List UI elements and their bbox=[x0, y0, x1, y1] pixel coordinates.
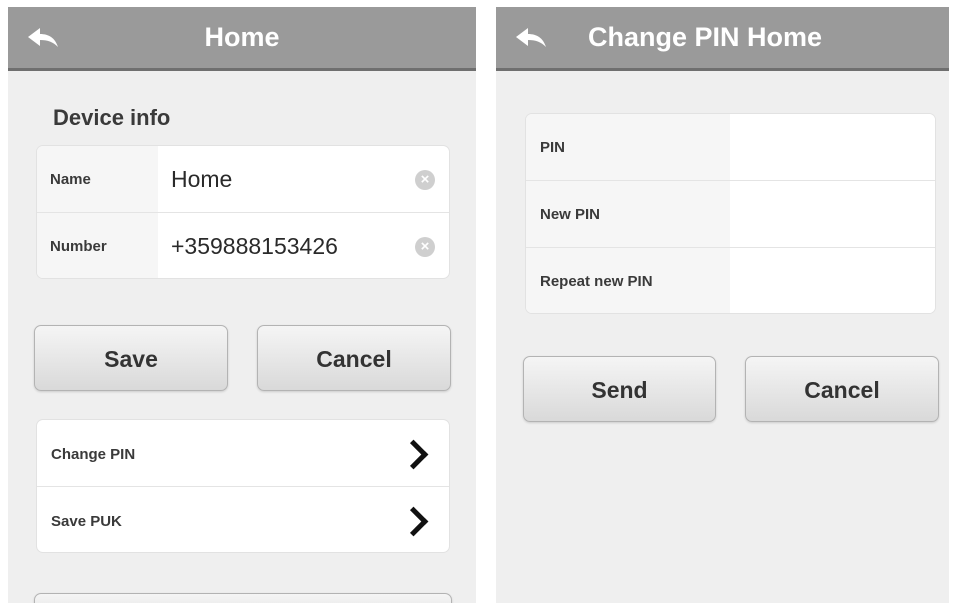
repeat-new-pin-input[interactable] bbox=[730, 248, 935, 313]
number-row: Number +359888153426 × bbox=[37, 213, 449, 278]
send-button[interactable]: Send bbox=[523, 356, 716, 422]
repeat-new-pin-row: Repeat new PIN bbox=[526, 248, 935, 313]
menu-item-save-puk[interactable]: Save PUK bbox=[37, 487, 449, 552]
pin-label: PIN bbox=[540, 139, 566, 156]
repeat-new-pin-label: Repeat new PIN bbox=[540, 273, 653, 290]
device-info-form: Name Home × Number +359888153426 × bbox=[36, 145, 450, 279]
menu-item-change-pin[interactable]: Change PIN bbox=[37, 420, 449, 487]
page-title: Home bbox=[204, 22, 280, 52]
number-field[interactable]: +359888153426 bbox=[171, 233, 338, 260]
navigation-bar: Change PIN Home bbox=[496, 7, 949, 71]
name-field[interactable]: Home bbox=[171, 166, 232, 193]
chevron-right-icon bbox=[398, 439, 429, 470]
new-pin-row: New PIN bbox=[526, 181, 935, 248]
menu-item-label: Save PUK bbox=[51, 513, 122, 530]
navigation-bar: Home bbox=[8, 7, 476, 71]
section-title-device-info: Device info bbox=[53, 105, 171, 130]
name-row: Name Home × bbox=[37, 146, 449, 213]
cancel-button[interactable]: Cancel bbox=[257, 325, 451, 391]
clear-name-icon[interactable]: × bbox=[415, 170, 435, 190]
cancel-button[interactable]: Cancel bbox=[745, 356, 939, 422]
save-button[interactable]: Save bbox=[34, 325, 228, 391]
name-label: Name bbox=[50, 171, 91, 188]
change-pin-screen: Change PIN Home PIN New PIN Repeat new P… bbox=[496, 7, 949, 603]
page-title: Change PIN Home bbox=[588, 22, 823, 52]
pin-input[interactable] bbox=[730, 114, 935, 180]
menu-item-label: Change PIN bbox=[51, 446, 136, 463]
back-arrow-icon[interactable] bbox=[514, 25, 548, 51]
new-pin-label: New PIN bbox=[540, 206, 601, 223]
more-button-partial[interactable] bbox=[34, 593, 452, 603]
clear-number-icon[interactable]: × bbox=[415, 237, 435, 257]
device-info-screen: Home Device info Name Home × Number +359… bbox=[8, 7, 476, 603]
chevron-right-icon bbox=[398, 506, 429, 537]
change-pin-form: PIN New PIN Repeat new PIN bbox=[525, 113, 936, 314]
new-pin-input[interactable] bbox=[730, 181, 935, 247]
number-label: Number bbox=[50, 238, 107, 255]
pin-row: PIN bbox=[526, 114, 935, 181]
pin-menu-list: Change PIN Save PUK bbox=[36, 419, 450, 553]
